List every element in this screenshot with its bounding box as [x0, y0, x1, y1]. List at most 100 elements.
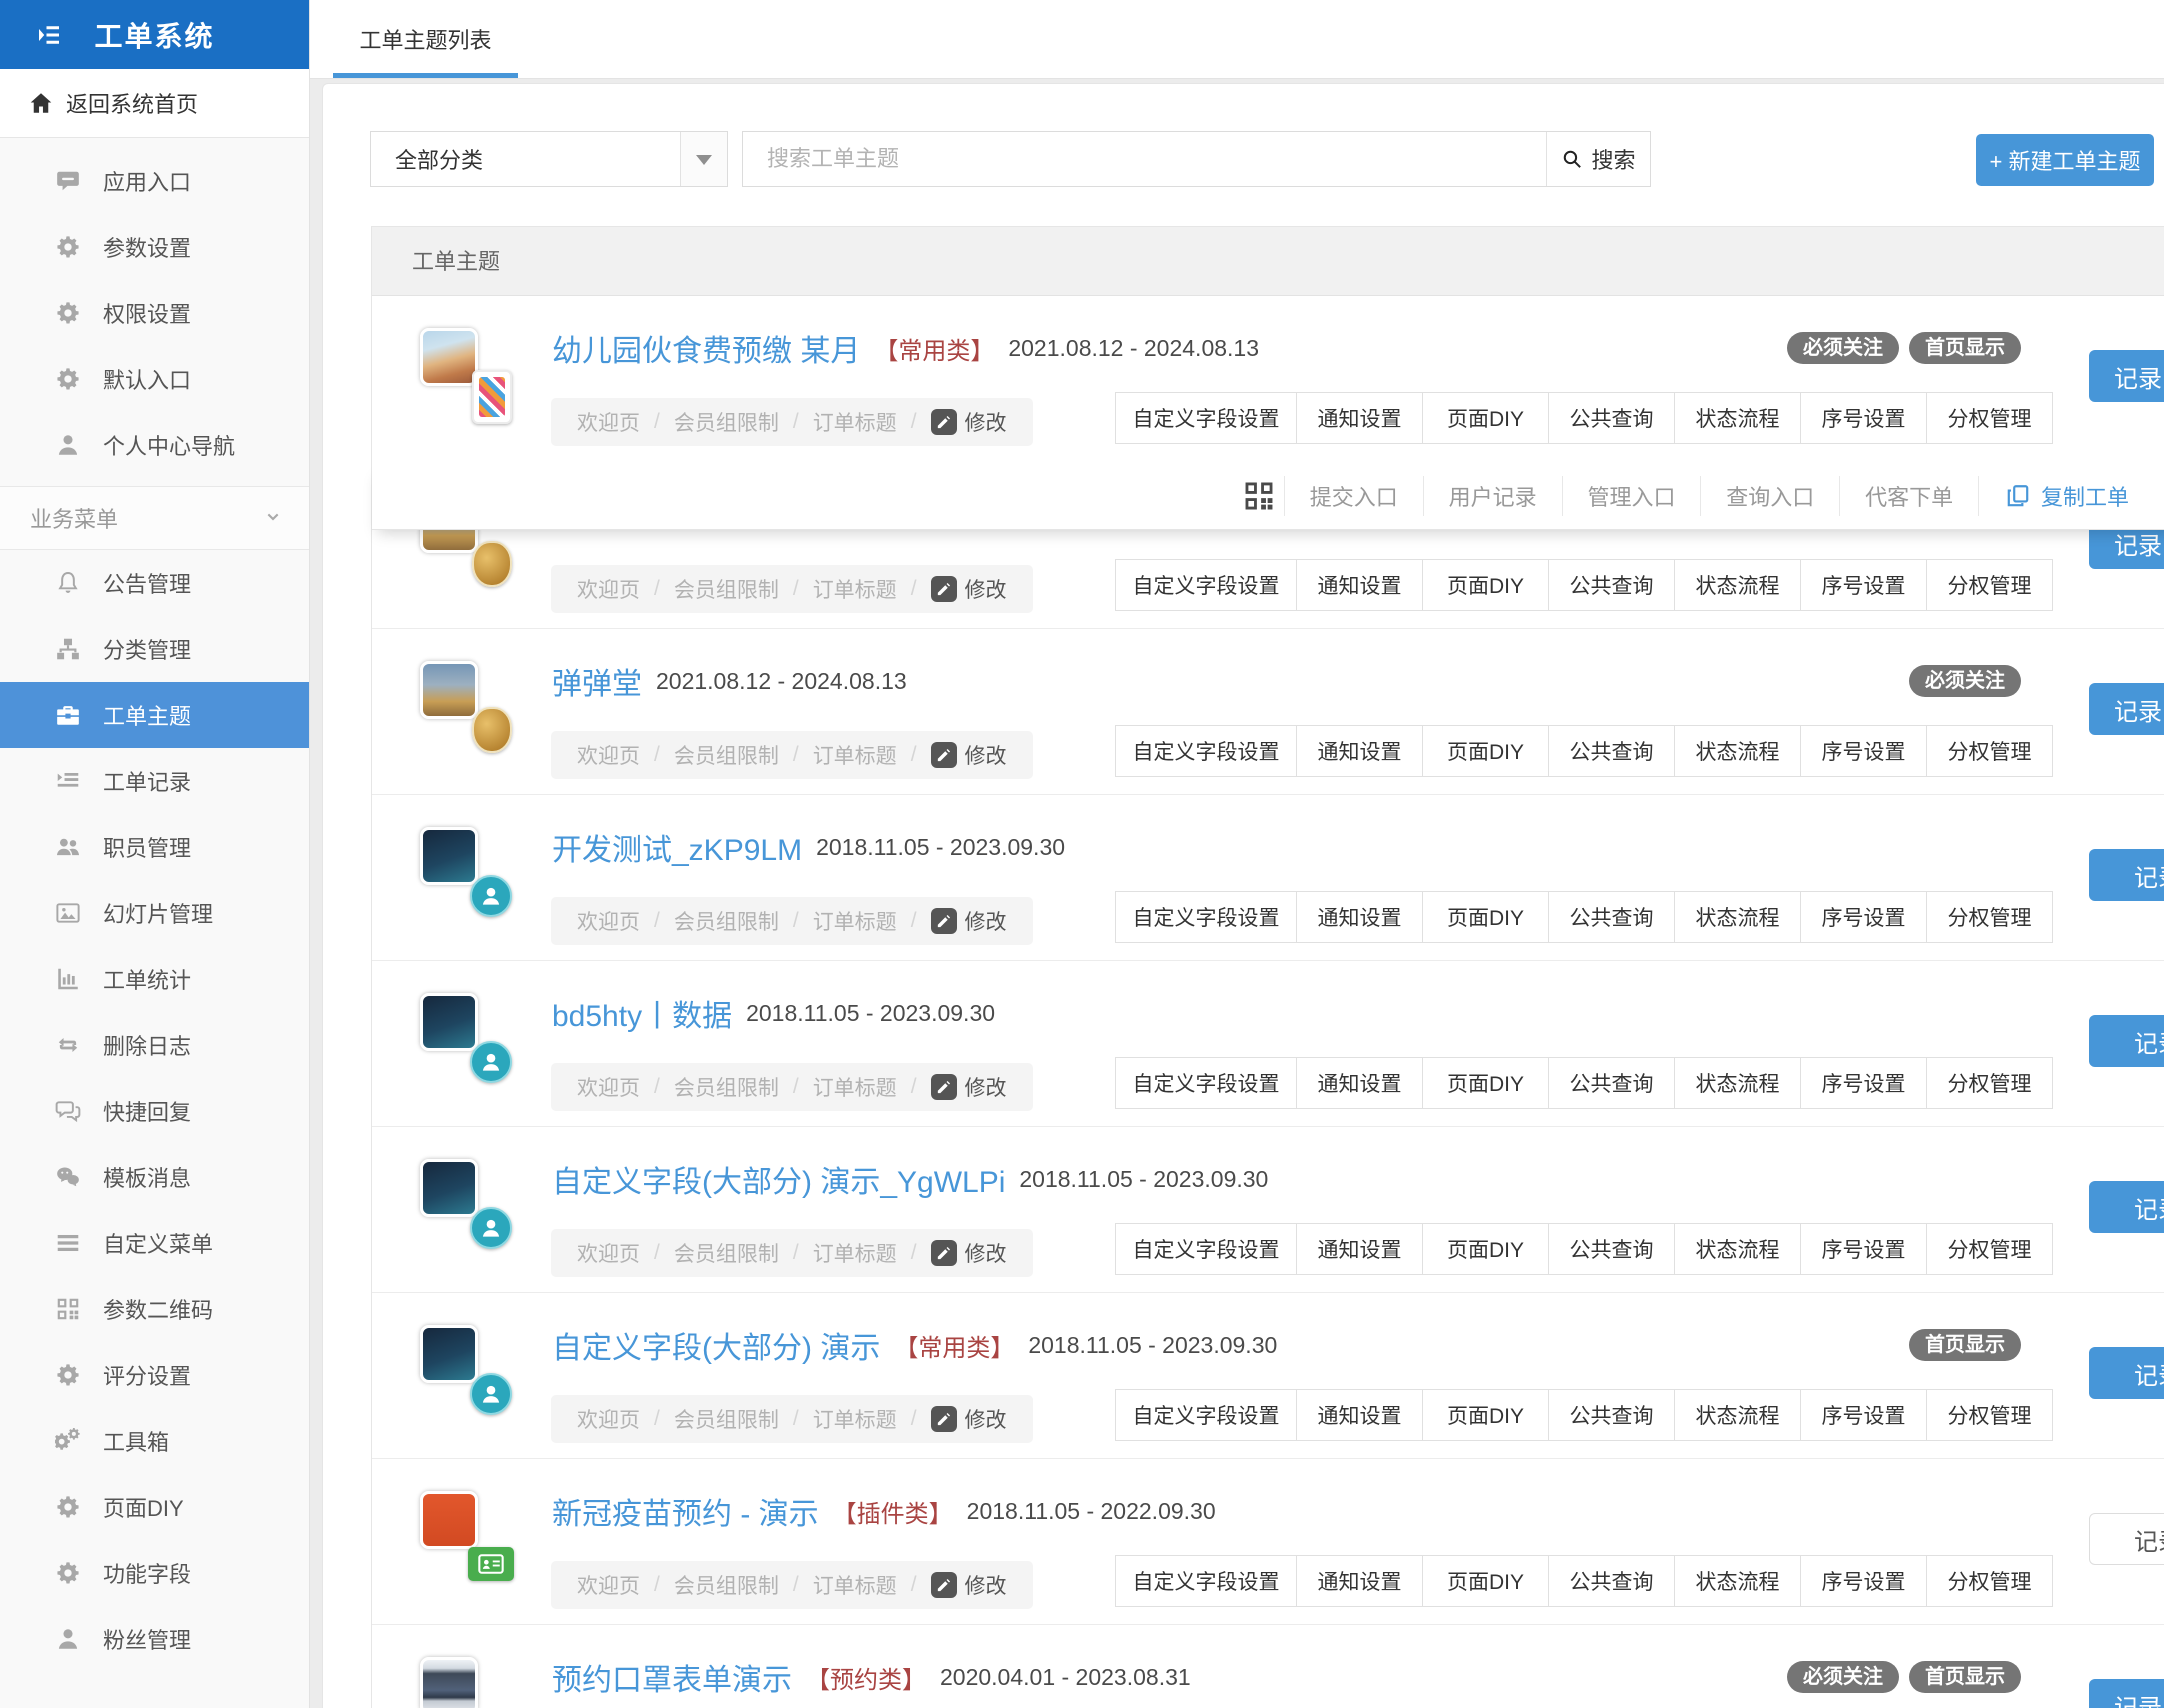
- sidebar-item[interactable]: 工单记录: [0, 748, 309, 814]
- action-button[interactable]: 序号设置: [1800, 392, 1927, 444]
- sidebar-item[interactable]: 自定义菜单: [0, 1210, 309, 1276]
- topic-thumbnail[interactable]: [420, 1325, 530, 1445]
- action-button[interactable]: 公共查询: [1548, 1389, 1675, 1441]
- action-button[interactable]: 公共查询: [1548, 1223, 1675, 1275]
- sidebar-item[interactable]: 幻灯片管理: [0, 880, 309, 946]
- record-button[interactable]: 记录: [2089, 849, 2164, 901]
- sidebar-item[interactable]: 参数设置: [0, 214, 309, 280]
- copy-workorder-button[interactable]: 复制工单: [1978, 475, 2164, 516]
- action-button[interactable]: 状态流程: [1674, 1555, 1801, 1607]
- record-button[interactable]: 记录: [2089, 1181, 2164, 1233]
- tab-workorder-topic-list[interactable]: 工单主题列表: [333, 0, 518, 78]
- topic-title-link[interactable]: 自定义字段(大部分) 演示_YgWLPi: [552, 1157, 1005, 1201]
- expanded-entry[interactable]: 提交入口: [1283, 475, 1423, 516]
- quick-link[interactable]: 欢迎页: [577, 574, 640, 604]
- topic-thumbnail[interactable]: [420, 1657, 530, 1708]
- record-button[interactable]: 记录: [2089, 350, 2164, 402]
- quick-link[interactable]: 会员组限制: [674, 407, 779, 437]
- quick-link[interactable]: 欢迎页: [577, 906, 640, 936]
- edit-button[interactable]: 修改: [930, 574, 1007, 604]
- quick-link[interactable]: 会员组限制: [674, 574, 779, 604]
- sidebar-item[interactable]: 职员管理: [0, 814, 309, 880]
- action-button[interactable]: 序号设置: [1800, 559, 1927, 611]
- sidebar-item[interactable]: 删除日志: [0, 1012, 309, 1078]
- quick-link[interactable]: 订单标题: [813, 1072, 897, 1102]
- action-button[interactable]: 状态流程: [1674, 392, 1801, 444]
- action-button[interactable]: 页面DIY: [1422, 891, 1549, 943]
- action-button[interactable]: 通知设置: [1296, 1555, 1423, 1607]
- record-button[interactable]: 记录: [2089, 1347, 2164, 1399]
- action-button[interactable]: 自定义字段设置: [1115, 1389, 1297, 1441]
- topic-thumbnail[interactable]: [420, 1159, 530, 1279]
- edit-button[interactable]: 修改: [930, 906, 1007, 936]
- topic-title-link[interactable]: 弹弹堂: [552, 659, 642, 703]
- action-button[interactable]: 自定义字段设置: [1115, 1555, 1297, 1607]
- action-button[interactable]: 通知设置: [1296, 392, 1423, 444]
- action-button[interactable]: 状态流程: [1674, 1223, 1801, 1275]
- topic-thumbnail[interactable]: [420, 1491, 530, 1611]
- edit-button[interactable]: 修改: [930, 407, 1007, 437]
- sidebar-item[interactable]: 分类管理: [0, 616, 309, 682]
- action-button[interactable]: 分权管理: [1926, 1555, 2053, 1607]
- action-button[interactable]: 页面DIY: [1422, 559, 1549, 611]
- action-button[interactable]: 分权管理: [1926, 1057, 2053, 1109]
- sidebar-section-business[interactable]: 业务菜单: [0, 486, 309, 550]
- quick-link[interactable]: 订单标题: [813, 574, 897, 604]
- action-button[interactable]: 自定义字段设置: [1115, 1223, 1297, 1275]
- quick-link[interactable]: 订单标题: [813, 407, 897, 437]
- action-button[interactable]: 分权管理: [1926, 392, 2053, 444]
- action-button[interactable]: 分权管理: [1926, 891, 2053, 943]
- category-select[interactable]: 全部分类: [370, 131, 728, 187]
- action-button[interactable]: 状态流程: [1674, 1389, 1801, 1441]
- menu-toggle-icon[interactable]: [34, 20, 64, 50]
- action-button[interactable]: 自定义字段设置: [1115, 891, 1297, 943]
- action-button[interactable]: 公共查询: [1548, 891, 1675, 943]
- action-button[interactable]: 自定义字段设置: [1115, 1057, 1297, 1109]
- quick-link[interactable]: 会员组限制: [674, 1238, 779, 1268]
- topic-title-link[interactable]: 新冠疫苗预约 - 演示: [552, 1489, 819, 1533]
- action-button[interactable]: 页面DIY: [1422, 392, 1549, 444]
- quick-link[interactable]: 欢迎页: [577, 740, 640, 770]
- topic-title-link[interactable]: 自定义字段(大部分) 演示: [552, 1323, 880, 1367]
- edit-button[interactable]: 修改: [930, 1404, 1007, 1434]
- expanded-entry[interactable]: 管理入口: [1561, 475, 1701, 516]
- action-button[interactable]: 页面DIY: [1422, 1223, 1549, 1275]
- action-button[interactable]: 分权管理: [1926, 725, 2053, 777]
- quick-link[interactable]: 欢迎页: [577, 1570, 640, 1600]
- qrcode-icon[interactable]: [1234, 476, 1284, 516]
- action-button[interactable]: 公共查询: [1548, 1057, 1675, 1109]
- sidebar-item[interactable]: 功能字段: [0, 1540, 309, 1606]
- action-button[interactable]: 页面DIY: [1422, 1555, 1549, 1607]
- action-button[interactable]: 分权管理: [1926, 559, 2053, 611]
- action-button[interactable]: 页面DIY: [1422, 1057, 1549, 1109]
- action-button[interactable]: 页面DIY: [1422, 1389, 1549, 1441]
- quick-link[interactable]: 会员组限制: [674, 1570, 779, 1600]
- sidebar-item[interactable]: 权限设置: [0, 280, 309, 346]
- expanded-entry[interactable]: 用户记录: [1422, 475, 1562, 516]
- edit-button[interactable]: 修改: [930, 740, 1007, 770]
- quick-link[interactable]: 订单标题: [813, 1238, 897, 1268]
- action-button[interactable]: 序号设置: [1800, 1389, 1927, 1441]
- new-workorder-button[interactable]: + 新建工单主题: [1976, 134, 2154, 186]
- sidebar-item[interactable]: 参数二维码: [0, 1276, 309, 1342]
- topic-title-link[interactable]: 开发测试_zKP9LM: [552, 825, 802, 869]
- topic-thumbnail[interactable]: [420, 827, 530, 947]
- quick-link[interactable]: 欢迎页: [577, 1072, 640, 1102]
- topic-title-link[interactable]: bd5hty丨数据: [552, 991, 732, 1035]
- action-button[interactable]: 页面DIY: [1422, 725, 1549, 777]
- topic-title-link[interactable]: 预约口罩表单演示: [552, 1655, 792, 1699]
- record-button[interactable]: 记录1: [2089, 1679, 2164, 1708]
- action-button[interactable]: 通知设置: [1296, 1223, 1423, 1275]
- action-button[interactable]: 状态流程: [1674, 891, 1801, 943]
- sidebar-item[interactable]: 快捷回复: [0, 1078, 309, 1144]
- sidebar-item[interactable]: 工单统计: [0, 946, 309, 1012]
- action-button[interactable]: 通知设置: [1296, 1057, 1423, 1109]
- quick-link[interactable]: 会员组限制: [674, 1404, 779, 1434]
- action-button[interactable]: 状态流程: [1674, 725, 1801, 777]
- action-button[interactable]: 自定义字段设置: [1115, 392, 1297, 444]
- action-button[interactable]: 序号设置: [1800, 1555, 1927, 1607]
- action-button[interactable]: 公共查询: [1548, 725, 1675, 777]
- record-button[interactable]: 记录: [2089, 1513, 2164, 1565]
- action-button[interactable]: 通知设置: [1296, 1389, 1423, 1441]
- action-button[interactable]: 序号设置: [1800, 1223, 1927, 1275]
